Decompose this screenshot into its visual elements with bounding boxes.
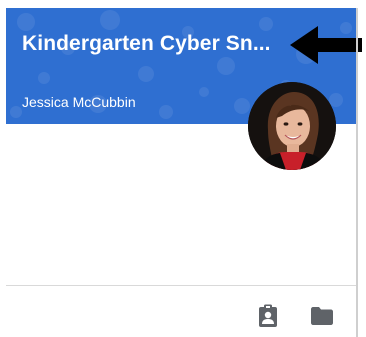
class-card[interactable]: Kindergarten Cyber Sn... Jessica McCubbi… [0, 0, 362, 337]
assignment-ind-icon[interactable] [255, 303, 281, 329]
card-edge [356, 8, 358, 337]
page: Kindergarten Cyber Sn... Jessica McCubbi… [0, 0, 366, 337]
teacher-photo [248, 82, 336, 170]
card-footer-divider [6, 285, 356, 286]
teacher-name: Jessica McCubbin [22, 94, 136, 110]
folder-icon[interactable] [309, 303, 335, 329]
avatar[interactable] [248, 82, 336, 170]
arrow-left-icon [290, 26, 362, 64]
class-title[interactable]: Kindergarten Cyber Sn... [22, 32, 292, 56]
